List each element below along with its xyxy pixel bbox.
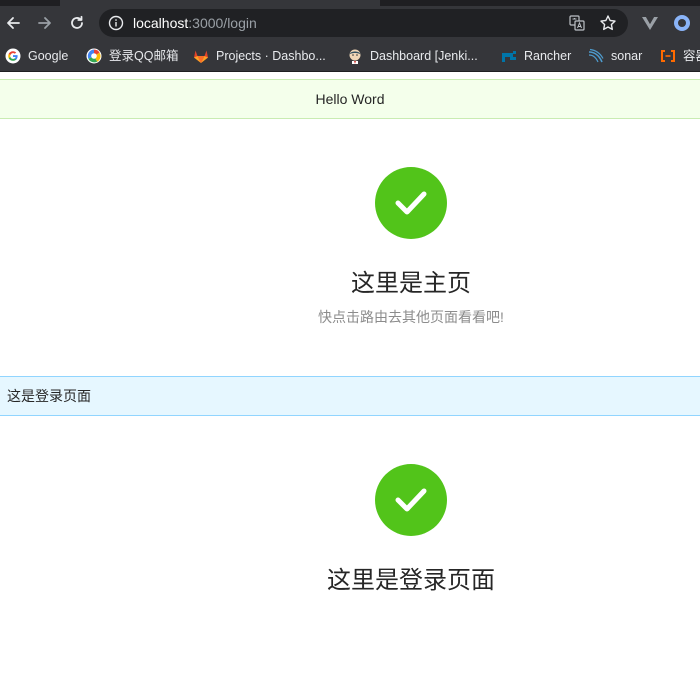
bookmark-label: 容器 (683, 49, 700, 63)
bookmark-label: Projects · Dashbo... (216, 49, 326, 63)
qq-mail-icon (86, 48, 102, 64)
bookmark-label: sonar (611, 49, 643, 63)
gitlab-icon (194, 50, 208, 63)
bookmark-label: Dashboard [Jenki... (370, 49, 478, 63)
bookmark-sonar[interactable]: sonar (588, 46, 642, 66)
bookmarks-bar: Google 登录QQ邮箱 Projects · Dashbo... Dashb… (0, 40, 700, 72)
browser-toolbar: localhost:3000/login (0, 6, 700, 40)
bookmark-star-icon[interactable] (599, 14, 617, 32)
address-bar[interactable]: localhost:3000/login (99, 9, 628, 37)
success-icon (375, 464, 447, 536)
login-notice-banner: 这是登录页面 (0, 376, 700, 416)
info-icon[interactable] (108, 15, 124, 31)
header-text: Hello Word (315, 91, 385, 107)
home-subtitle: 快点击路由去其他页面看看吧! (318, 309, 504, 325)
sonar-icon (588, 48, 604, 63)
arrow-left-icon (7, 17, 20, 29)
url-text[interactable]: localhost:3000/login (133, 15, 257, 31)
jenkins-icon (349, 49, 361, 64)
bookmark-rancher[interactable]: Rancher (501, 46, 571, 66)
bookmark-aliyun[interactable]: 容器 (660, 46, 700, 66)
vue-devtools-icon[interactable] (641, 14, 659, 32)
extension-circle-icon[interactable] (673, 14, 691, 32)
bookmark-gitlab[interactable]: Projects · Dashbo... (193, 46, 326, 66)
url-host: localhost (133, 15, 189, 31)
home-title: 这里是主页 (351, 270, 471, 297)
bookmark-label: 登录QQ邮箱 (109, 49, 179, 63)
checkmark-icon (395, 488, 427, 512)
google-icon (5, 48, 21, 64)
reload-icon (71, 15, 83, 29)
page-content: Hello Word 这里是主页 快点击路由去其他页面看看吧! 这是登录页面 这… (0, 73, 700, 697)
translate-icon[interactable] (569, 15, 585, 31)
bookmark-qq-mail[interactable]: 登录QQ邮箱 (86, 46, 178, 66)
aliyun-icon (661, 50, 675, 62)
bookmark-label: Rancher (524, 49, 572, 63)
bookmark-google[interactable]: Google (5, 46, 68, 66)
success-icon (375, 167, 447, 239)
bookmark-jenkins[interactable]: Dashboard [Jenki... (347, 46, 478, 66)
rancher-icon (502, 51, 516, 62)
bookmark-label: Google (28, 49, 69, 63)
back-button[interactable] (1, 11, 25, 35)
login-title: 这里是登录页面 (327, 567, 495, 594)
forward-button[interactable] (33, 11, 57, 35)
arrow-right-icon (38, 17, 51, 29)
header-banner: Hello Word (0, 79, 700, 119)
reload-button[interactable] (65, 11, 89, 35)
checkmark-icon (395, 191, 427, 215)
login-notice-text: 这是登录页面 (7, 388, 91, 404)
url-path: :3000/login (188, 15, 257, 31)
